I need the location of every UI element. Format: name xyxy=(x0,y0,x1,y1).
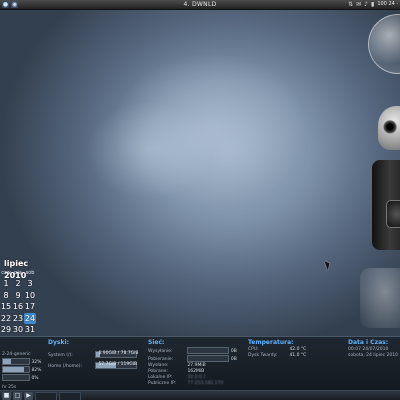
volume-icon[interactable]: ♪ xyxy=(364,0,368,9)
taskbar-task[interactable] xyxy=(35,392,57,400)
calendar-day[interactable]: 15 xyxy=(0,301,12,313)
temperature-column: Temperatura: CPU: 42.0 °C Dysk Twardy: 4… xyxy=(248,339,343,359)
net-label: Publiczne IP: xyxy=(148,381,177,386)
swap-usage-value: 0% xyxy=(31,376,39,381)
date-value: sobota, 24 lipiec 2010 xyxy=(348,353,398,358)
calendar-day-today[interactable]: 24 xyxy=(24,312,36,324)
calendar-day[interactable]: 1 xyxy=(0,278,12,290)
calendar-day[interactable]: 30 xyxy=(12,324,24,336)
cpu-usage-value: 32% xyxy=(31,360,42,365)
disks-column: Dyski: System (/): 6.90GiB / 78.7GiB Hom… xyxy=(48,339,143,370)
calendar-day[interactable]: 29 xyxy=(0,324,12,336)
calendar-day-names: czw pią sob xyxy=(0,270,36,277)
calendar-day[interactable]: 17 xyxy=(24,301,36,313)
calendar-day[interactable]: 31 xyxy=(24,324,36,336)
robot-eye-decoration xyxy=(383,120,397,134)
taskbar-task[interactable] xyxy=(59,392,81,400)
calendar-grid: 1 2 3 8 9 10 15 16 17 22 23 24 29 30 31 xyxy=(0,278,36,336)
window-title: 4. DWNLD xyxy=(183,1,217,8)
start-menu-icon[interactable]: ■ xyxy=(2,392,11,400)
download-value: 0B xyxy=(230,357,237,362)
sent-value: 27.9MiB xyxy=(187,363,206,368)
temperature-title: Temperatura: xyxy=(248,339,294,346)
network-title: Sieć: xyxy=(148,339,165,346)
desktop[interactable]: ● ◉ 4. DWNLD ⇅ ✉ ♪ ▮ 100 24 · lipiec 201… xyxy=(0,0,400,400)
disk-row: System (/): 6.90GiB / 78.7GiB xyxy=(48,351,143,359)
swap-usage-row: 0% xyxy=(2,374,44,382)
disk-row: Home (/home): 57.7GiB / 119GiB xyxy=(48,362,143,370)
disks-title: Dyski: xyxy=(48,339,69,346)
temp-label: Dysk Twardy: xyxy=(248,353,278,358)
calendar-day[interactable]: 22 xyxy=(0,313,12,325)
network-column: Sieć: Wysyłanie: 0B Pobieranie: 0B Wysła… xyxy=(148,339,243,387)
datetime-column: Data i Czas: 00:07 24/07/2010 sobota, 24… xyxy=(348,339,400,359)
download-graph xyxy=(187,355,230,362)
calendar-day-name: sob xyxy=(25,270,35,276)
calendar-day-name: czw xyxy=(1,270,11,276)
robot-lens-decoration xyxy=(386,200,400,228)
upload-value: 0B xyxy=(230,349,237,354)
calendar-day[interactable]: 23 xyxy=(12,313,24,325)
disk-usage: 6.90GiB / 78.7GiB xyxy=(98,351,139,356)
swap-bar xyxy=(2,374,30,381)
ram-bar xyxy=(2,366,30,373)
taskbar-items: ■ □ ▶ xyxy=(2,392,81,400)
ram-usage-row: 82% xyxy=(2,366,44,374)
panel-clock[interactable]: 100 24 · xyxy=(377,0,398,9)
upload-row: Wysyłanie: 0B xyxy=(148,347,243,355)
received-value: 162MiB xyxy=(187,369,205,374)
calendar-day[interactable]: 2 xyxy=(12,278,24,290)
taskbar: ■ □ ▶ xyxy=(0,390,400,400)
glass-orb-decoration xyxy=(368,14,400,74)
download-row: Pobieranie: 0B xyxy=(148,355,243,363)
calendar-day[interactable]: 9 xyxy=(12,290,24,302)
calendar-day[interactable]: 3 xyxy=(24,278,36,290)
disk-usage: 57.7GiB / 119GiB xyxy=(98,362,138,367)
upload-graph xyxy=(187,347,230,354)
mail-icon[interactable]: ✉ xyxy=(356,0,361,9)
terminal-icon[interactable]: ▶ xyxy=(24,392,33,400)
local-ip-value: 10.0.0.? xyxy=(187,375,206,380)
cpu-usage-row: 32% xyxy=(2,358,44,366)
reflection-decoration xyxy=(360,268,400,328)
public-ip-value: 77.253.182.170 xyxy=(187,381,224,386)
battery-icon[interactable]: ▮ xyxy=(371,0,374,9)
top-panel: ● ◉ 4. DWNLD ⇅ ✉ ♪ ▮ 100 24 · xyxy=(0,0,400,10)
datetime-title: Data i Czas: xyxy=(348,339,389,346)
system-tray: ⇅ ✉ ♪ ▮ 100 24 · xyxy=(348,0,398,9)
disk-label: Home (/home): xyxy=(48,364,83,369)
mouse-cursor-icon xyxy=(324,259,332,271)
show-desktop-icon[interactable]: □ xyxy=(13,392,22,400)
ram-usage-value: 82% xyxy=(31,368,42,373)
cpu-bar xyxy=(2,358,30,365)
calendar-day[interactable]: 16 xyxy=(12,301,24,313)
conky-info-panel: 2-24-generic 32% 82% 0% hr 25s Dyski: Sy… xyxy=(0,336,400,391)
cpu-temp-value: 42.0 °C xyxy=(289,347,307,352)
calendar-day[interactable]: 8 xyxy=(0,290,12,302)
disk-bar: 6.90GiB / 78.7GiB xyxy=(95,351,139,358)
disk-bar: 57.7GiB / 119GiB xyxy=(95,362,138,369)
public-ip-row: Publiczne IP: 77.253.182.170 xyxy=(148,381,243,387)
calendar-day[interactable]: 10 xyxy=(24,290,36,302)
disk-temp-row: Dysk Twardy: 41.0 °C xyxy=(248,353,343,359)
network-icon[interactable]: ⇅ xyxy=(348,0,353,9)
calendar-widget[interactable]: lipiec 2010 czw pią sob 1 2 3 8 9 10 15 … xyxy=(0,258,40,336)
disk-temp-value: 41.0 °C xyxy=(289,353,307,358)
disk-label: System (/): xyxy=(48,353,73,358)
system-column: 2-24-generic 32% 82% 0% hr 25s xyxy=(2,339,44,391)
calendar-day-name: pią xyxy=(14,270,22,276)
